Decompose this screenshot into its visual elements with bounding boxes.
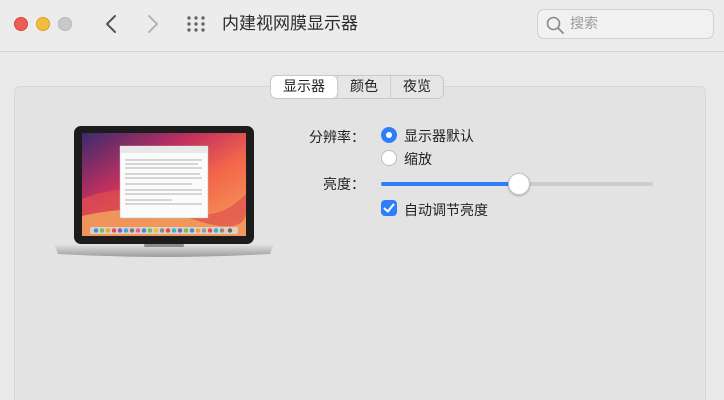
radio-scaled[interactable]	[381, 150, 397, 166]
tab-bar: 显示器 颜色 夜览	[270, 75, 444, 99]
grid-icon	[187, 16, 205, 32]
show-all-button[interactable]	[186, 15, 206, 33]
close-button[interactable]	[14, 17, 28, 31]
brightness-label: 亮度：	[323, 177, 365, 193]
resolution-label: 分辨率：	[309, 130, 365, 146]
tab-display[interactable]: 显示器	[271, 76, 337, 98]
zoom-button[interactable]	[58, 17, 72, 31]
tab-night-shift[interactable]: 夜览	[390, 76, 443, 98]
laptop-image	[52, 124, 276, 264]
auto-brightness-label[interactable]: 自动调节亮度	[404, 200, 488, 220]
auto-brightness-checkbox[interactable]	[381, 200, 397, 216]
search-icon	[546, 16, 564, 34]
resolution-option-scaled[interactable]: 缩放	[404, 149, 432, 169]
resolution-option-default[interactable]: 显示器默认	[404, 126, 474, 146]
brightness-slider-fill	[381, 182, 517, 186]
tab-color[interactable]: 颜色	[337, 76, 390, 98]
back-button[interactable]	[100, 12, 124, 36]
chevron-right-icon	[148, 15, 158, 33]
title-bar: 内建视网膜显示器	[0, 0, 724, 52]
forward-button[interactable]	[140, 12, 164, 36]
checkmark-icon	[383, 203, 395, 213]
window-title: 内建视网膜显示器	[222, 14, 358, 34]
search-box[interactable]	[537, 9, 714, 39]
chevron-left-icon	[106, 15, 116, 33]
search-input[interactable]	[570, 14, 708, 34]
brightness-slider-knob[interactable]	[508, 173, 530, 195]
radio-display-default[interactable]	[381, 127, 397, 143]
minimize-button[interactable]	[36, 17, 50, 31]
